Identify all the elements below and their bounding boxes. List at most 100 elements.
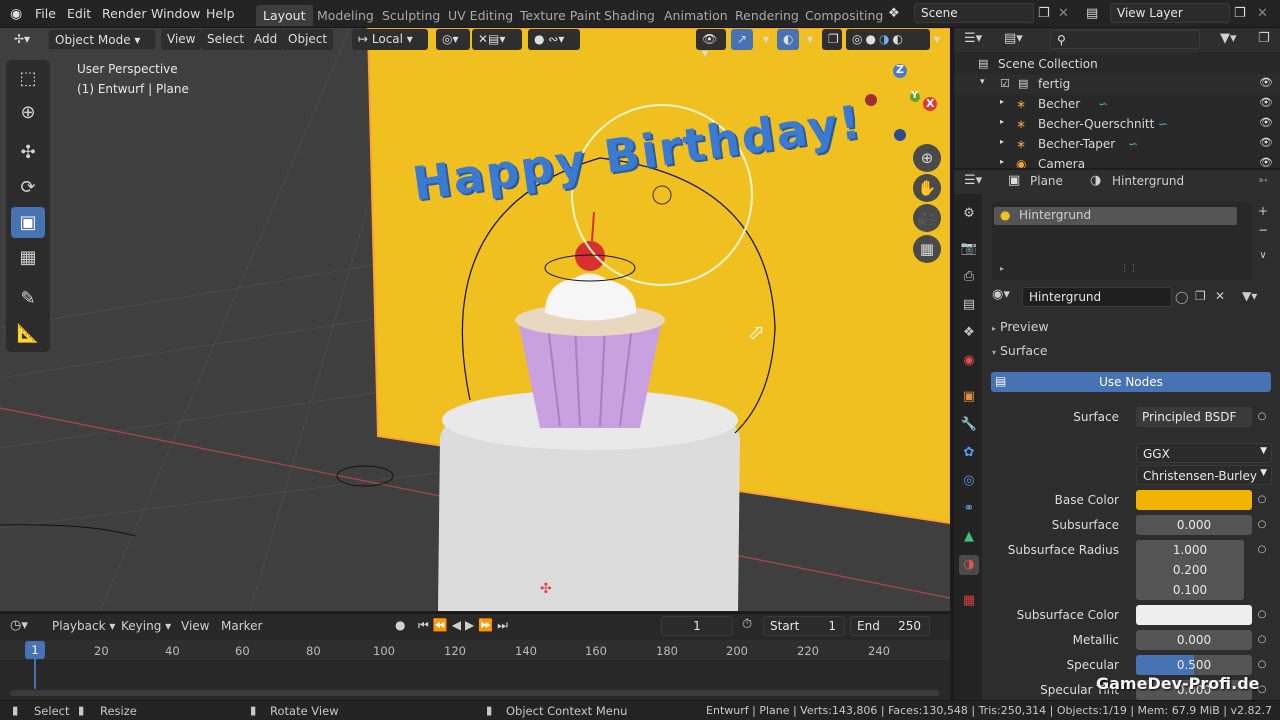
- node-link-icon[interactable]: ▼▾: [1242, 289, 1257, 303]
- subsurface-radius-z-field[interactable]: 0.100: [1136, 580, 1244, 600]
- material-slot-row[interactable]: ● Hintergrund: [994, 207, 1237, 225]
- base-color-swatch[interactable]: [1136, 490, 1252, 510]
- view-layer-field[interactable]: View Layer: [1110, 3, 1230, 23]
- playhead-marker[interactable]: 1: [25, 641, 45, 659]
- panel-surface[interactable]: ▾ Surface: [992, 343, 1048, 358]
- transform-tool-icon[interactable]: ▦: [11, 242, 45, 273]
- xray-icon[interactable]: ❐: [822, 29, 842, 50]
- fake-user-icon[interactable]: ◯: [1175, 290, 1188, 304]
- subsurface-color-swatch[interactable]: [1136, 605, 1252, 625]
- socket-dot-icon[interactable]: ○: [1256, 411, 1268, 423]
- overlay-dropdown-icon[interactable]: ▾: [801, 29, 815, 50]
- menu-playback[interactable]: Playback ▾: [52, 619, 115, 633]
- outliner-item[interactable]: ▸ ∗ Becher-Taper ∽ 👁: [954, 134, 1280, 154]
- subsurface-method-dropdown[interactable]: Christensen-Burley ▼: [1136, 465, 1272, 485]
- menu-window[interactable]: Window: [151, 6, 200, 21]
- gizmo-y-label[interactable]: Y: [911, 90, 918, 101]
- tab-sculpting[interactable]: Sculpting: [375, 5, 447, 26]
- tab-modeling[interactable]: Modeling: [310, 5, 381, 26]
- menu-select[interactable]: Select: [201, 29, 251, 50]
- new-view-layer-icon[interactable]: ❐: [1234, 6, 1246, 21]
- subsurface-radius-x-field[interactable]: 1.000: [1136, 540, 1244, 560]
- view-layer-tab-icon[interactable]: ▤: [959, 295, 979, 315]
- world-tab-icon[interactable]: ◉: [959, 351, 979, 371]
- menu-edit[interactable]: Edit: [67, 6, 91, 21]
- start-frame-field[interactable]: Start 1: [763, 616, 845, 636]
- expand-arrow-icon[interactable]: ▸: [1000, 117, 1004, 126]
- scene-icon[interactable]: ❖: [888, 6, 900, 21]
- duplicate-icon[interactable]: ❐: [1195, 289, 1206, 303]
- socket-dot-icon[interactable]: ○: [1256, 494, 1268, 506]
- overlay-toggle-icon[interactable]: ◐: [777, 29, 799, 50]
- particles-tab-icon[interactable]: ✿: [959, 443, 979, 463]
- menu-view[interactable]: View: [161, 29, 202, 50]
- annotate-tool-icon[interactable]: ✎: [11, 283, 45, 314]
- outliner-row-root[interactable]: ▤ Scene Collection: [954, 54, 1280, 74]
- socket-dot-icon[interactable]: ○: [1256, 519, 1268, 531]
- display-mode-icon[interactable]: ▤▾: [1004, 31, 1023, 46]
- physics-tab-icon[interactable]: ◎: [959, 471, 979, 491]
- unlink-icon[interactable]: ✕: [1215, 289, 1225, 303]
- tool-tab-icon[interactable]: ⚙: [959, 204, 979, 224]
- texture-tab-icon[interactable]: ▦: [959, 591, 979, 611]
- 3d-viewport[interactable]: ✣ Happy Birthday! Z X Y ✢▾ Object Mode ▾…: [0, 28, 950, 611]
- gizmo-toggle-icon[interactable]: ↗: [731, 29, 753, 50]
- close-scene-icon[interactable]: ✕: [1058, 6, 1069, 21]
- menu-marker[interactable]: Marker: [221, 619, 262, 633]
- browse-material-icon[interactable]: ◉▾: [992, 287, 1010, 302]
- tab-compositing[interactable]: Compositing: [798, 5, 890, 26]
- socket-dot-icon[interactable]: ○: [1256, 609, 1268, 621]
- expand-arrow-icon[interactable]: ▸: [1000, 157, 1004, 166]
- editor-type-icon[interactable]: ☰▾: [964, 173, 982, 188]
- checkbox-icon[interactable]: ☑: [1000, 77, 1010, 90]
- surface-shader-field[interactable]: Principled BSDF: [1136, 407, 1252, 427]
- gizmo-dropdown-icon[interactable]: ▾: [757, 29, 771, 50]
- menu-file[interactable]: File: [35, 6, 56, 21]
- outliner-item[interactable]: ▸ ∗ Becher-Querschnitt ∽ 👁: [954, 114, 1280, 134]
- new-collection-icon[interactable]: ❐: [1258, 31, 1270, 46]
- panel-preview[interactable]: ▸ Preview: [992, 319, 1049, 334]
- scene-tab-icon[interactable]: ❖: [959, 323, 979, 343]
- object-tab-icon[interactable]: ▣: [959, 387, 979, 407]
- menu-render[interactable]: Render: [102, 6, 147, 21]
- modifier-tab-icon[interactable]: 🔧: [959, 415, 979, 435]
- menu-keying[interactable]: Keying ▾: [121, 619, 171, 633]
- material-tab-icon[interactable]: ◑: [959, 555, 979, 575]
- remove-slot-icon[interactable]: −: [1254, 223, 1272, 239]
- proportional-edit-icon[interactable]: ● ∾▾: [528, 29, 580, 50]
- distribution-dropdown[interactable]: GGX ▼: [1136, 443, 1272, 463]
- expand-arrow-icon[interactable]: ▾: [980, 77, 985, 87]
- filter-icon[interactable]: ▼▾: [1220, 31, 1237, 46]
- menu-add[interactable]: Add: [248, 29, 284, 50]
- scale-tool-icon[interactable]: ▣: [11, 207, 45, 238]
- editor-type-icon[interactable]: ☰▾: [964, 31, 982, 46]
- editor-type-icon[interactable]: ◷▾: [10, 618, 28, 633]
- material-name-field[interactable]: Hintergrund: [1022, 287, 1172, 307]
- subsurface-field[interactable]: 0.000: [1136, 515, 1252, 535]
- move-tool-icon[interactable]: ✣: [11, 137, 45, 168]
- scene-field[interactable]: Scene: [914, 3, 1034, 23]
- outliner-item[interactable]: ▸ ◉ Camera 👁: [954, 154, 1280, 168]
- outliner-item[interactable]: ▸ ∗ Becher ∽ 👁: [954, 94, 1280, 114]
- ortho-grid-icon[interactable]: ▦: [913, 235, 941, 263]
- eye-icon[interactable]: 👁: [1259, 116, 1273, 129]
- tab-animation[interactable]: Animation: [657, 5, 735, 26]
- cursor-tool-icon[interactable]: ⊕: [11, 97, 45, 128]
- pan-hand-icon[interactable]: ✋: [913, 174, 941, 202]
- stopwatch-icon[interactable]: ⏱: [742, 617, 752, 632]
- specular-slider[interactable]: 0.500: [1136, 655, 1252, 675]
- visibility-icon[interactable]: 👁▾: [696, 29, 726, 60]
- current-frame-field[interactable]: 1: [661, 616, 733, 636]
- eye-icon[interactable]: 👁: [1259, 96, 1273, 109]
- render-tab-icon[interactable]: 📷: [959, 239, 979, 259]
- playhead-line[interactable]: [34, 659, 36, 689]
- zoom-icon[interactable]: ⊕: [913, 144, 941, 172]
- constraints-tab-icon[interactable]: ⚭: [959, 499, 979, 519]
- shading-dropdown-icon[interactable]: ▾: [928, 29, 944, 50]
- metallic-field[interactable]: 0.000: [1136, 630, 1252, 650]
- mode-dropdown[interactable]: Object Mode ▾: [48, 29, 156, 50]
- blender-logo-icon[interactable]: ◉: [10, 6, 22, 22]
- tab-uv-editing[interactable]: UV Editing: [441, 5, 520, 26]
- menu-help[interactable]: Help: [206, 6, 235, 21]
- data-tab-icon[interactable]: ▲: [959, 527, 979, 547]
